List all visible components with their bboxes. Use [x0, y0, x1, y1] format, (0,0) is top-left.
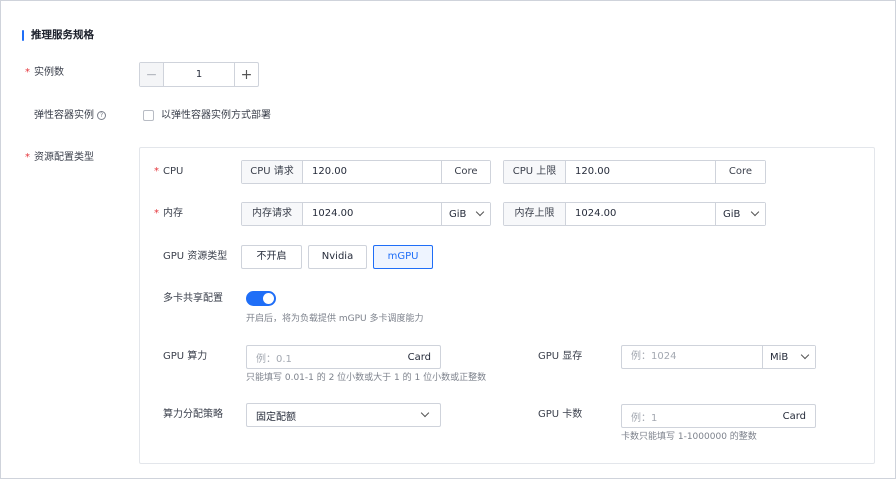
cpu-limit-group: CPU 上限 120.00 Core — [503, 160, 766, 184]
memory-request-group: 内存请求 1024.00 GiB — [241, 202, 491, 226]
gpu-cards-label: GPU 卡数 — [538, 409, 583, 420]
cpu-request-input[interactable]: 120.00 — [303, 161, 441, 183]
gpu-memory-group: 例：1024 MiB — [621, 345, 816, 369]
memory-request-unit-value: GiB — [449, 208, 467, 220]
chevron-down-icon — [800, 350, 810, 360]
multi-card-label: 多卡共享配置 — [163, 293, 223, 304]
gpu-compute-placeholder: 例：0.1 — [256, 353, 292, 365]
memory-limit-input[interactable]: 1024.00 — [566, 203, 715, 225]
gpu-compute-input[interactable]: 例：0.1 Card — [246, 345, 441, 369]
gpu-cards-input[interactable]: 例：1 Card — [621, 404, 816, 428]
memory-request-addon: 内存请求 — [242, 203, 303, 225]
resource-type-label-text: 资源配置类型 — [34, 152, 94, 163]
gpu-cards-placeholder: 例：1 — [631, 412, 658, 424]
gpu-memory-label: GPU 显存 — [538, 351, 583, 362]
gpu-type-option-mgpu[interactable]: mGPU — [373, 245, 433, 269]
elastic-label: 弹性容器实例? — [34, 110, 106, 122]
gpu-memory-unit-select[interactable]: MiB — [762, 346, 815, 368]
gpu-type-label: GPU 资源类型 — [163, 251, 228, 262]
section-title: 推理服务规格 — [31, 29, 94, 41]
cpu-request-unit: Core — [441, 161, 490, 183]
memory-limit-addon: 内存上限 — [504, 203, 566, 225]
section-accent-bar — [22, 30, 24, 41]
gpu-type-option-nvidia[interactable]: Nvidia — [308, 245, 367, 269]
cpu-label: * CPU — [154, 166, 183, 178]
chevron-down-icon — [750, 207, 760, 217]
instance-count-label-text: 实例数 — [34, 67, 64, 78]
chevron-down-icon — [475, 207, 485, 217]
gpu-compute-hint: 只能填写 0.01-1 的 2 位小数或大于 1 的 1 位小数或正整数 — [246, 373, 487, 383]
strategy-value: 固定配额 — [256, 411, 296, 423]
memory-request-unit-select[interactable]: GiB — [441, 203, 490, 225]
required-mark: * — [25, 152, 30, 163]
gpu-compute-label: GPU 算力 — [163, 351, 208, 362]
gpu-cards-hint: 卡数只能填写 1-1000000 的整数 — [621, 432, 757, 442]
help-icon[interactable]: ? — [97, 111, 106, 120]
required-mark: * — [154, 166, 159, 177]
gpu-cards-suffix: Card — [782, 410, 806, 422]
increment-button[interactable]: + — [234, 63, 258, 86]
toggle-knob — [263, 293, 274, 304]
memory-label: * 内存 — [154, 208, 183, 220]
cpu-request-group: CPU 请求 120.00 Core — [241, 160, 491, 184]
gpu-memory-unit-value: MiB — [770, 351, 789, 363]
cpu-label-text: CPU — [163, 166, 184, 177]
decrement-button[interactable]: − — [140, 63, 164, 86]
required-mark: * — [25, 67, 30, 78]
memory-limit-unit-select[interactable]: GiB — [715, 203, 765, 225]
gpu-memory-input[interactable]: 例：1024 — [622, 346, 762, 368]
strategy-select[interactable]: 固定配额 — [246, 403, 441, 427]
required-mark: * — [154, 208, 159, 219]
elastic-label-text: 弹性容器实例 — [34, 110, 94, 121]
memory-request-input[interactable]: 1024.00 — [303, 203, 441, 225]
instance-count-label: * 实例数 — [25, 67, 64, 79]
instance-count-stepper: − 1 + — [139, 62, 259, 87]
cpu-limit-addon: CPU 上限 — [504, 161, 566, 183]
multi-card-toggle[interactable] — [246, 291, 276, 306]
cpu-limit-unit: Core — [715, 161, 765, 183]
resource-type-label: * 资源配置类型 — [25, 152, 94, 164]
gpu-compute-suffix: Card — [407, 351, 431, 363]
memory-limit-group: 内存上限 1024.00 GiB — [503, 202, 766, 226]
chevron-down-icon — [420, 408, 430, 418]
cpu-request-addon: CPU 请求 — [242, 161, 303, 183]
cpu-limit-input[interactable]: 120.00 — [566, 161, 715, 183]
memory-label-text: 内存 — [163, 208, 183, 219]
multi-card-hint: 开启后，将为负载提供 mGPU 多卡调度能力 — [246, 314, 424, 324]
memory-limit-unit-value: GiB — [723, 208, 741, 220]
form-frame: 推理服务规格 * 实例数 − 1 + 弹性容器实例? 以弹性容器实例方式部署 * 资… — [0, 0, 896, 479]
instance-count-input[interactable]: 1 — [164, 63, 234, 86]
strategy-label: 算力分配策略 — [163, 409, 223, 420]
elastic-checkbox[interactable] — [143, 110, 154, 121]
gpu-type-option-off[interactable]: 不开启 — [241, 245, 302, 269]
elastic-checkbox-label[interactable]: 以弹性容器实例方式部署 — [161, 110, 271, 122]
